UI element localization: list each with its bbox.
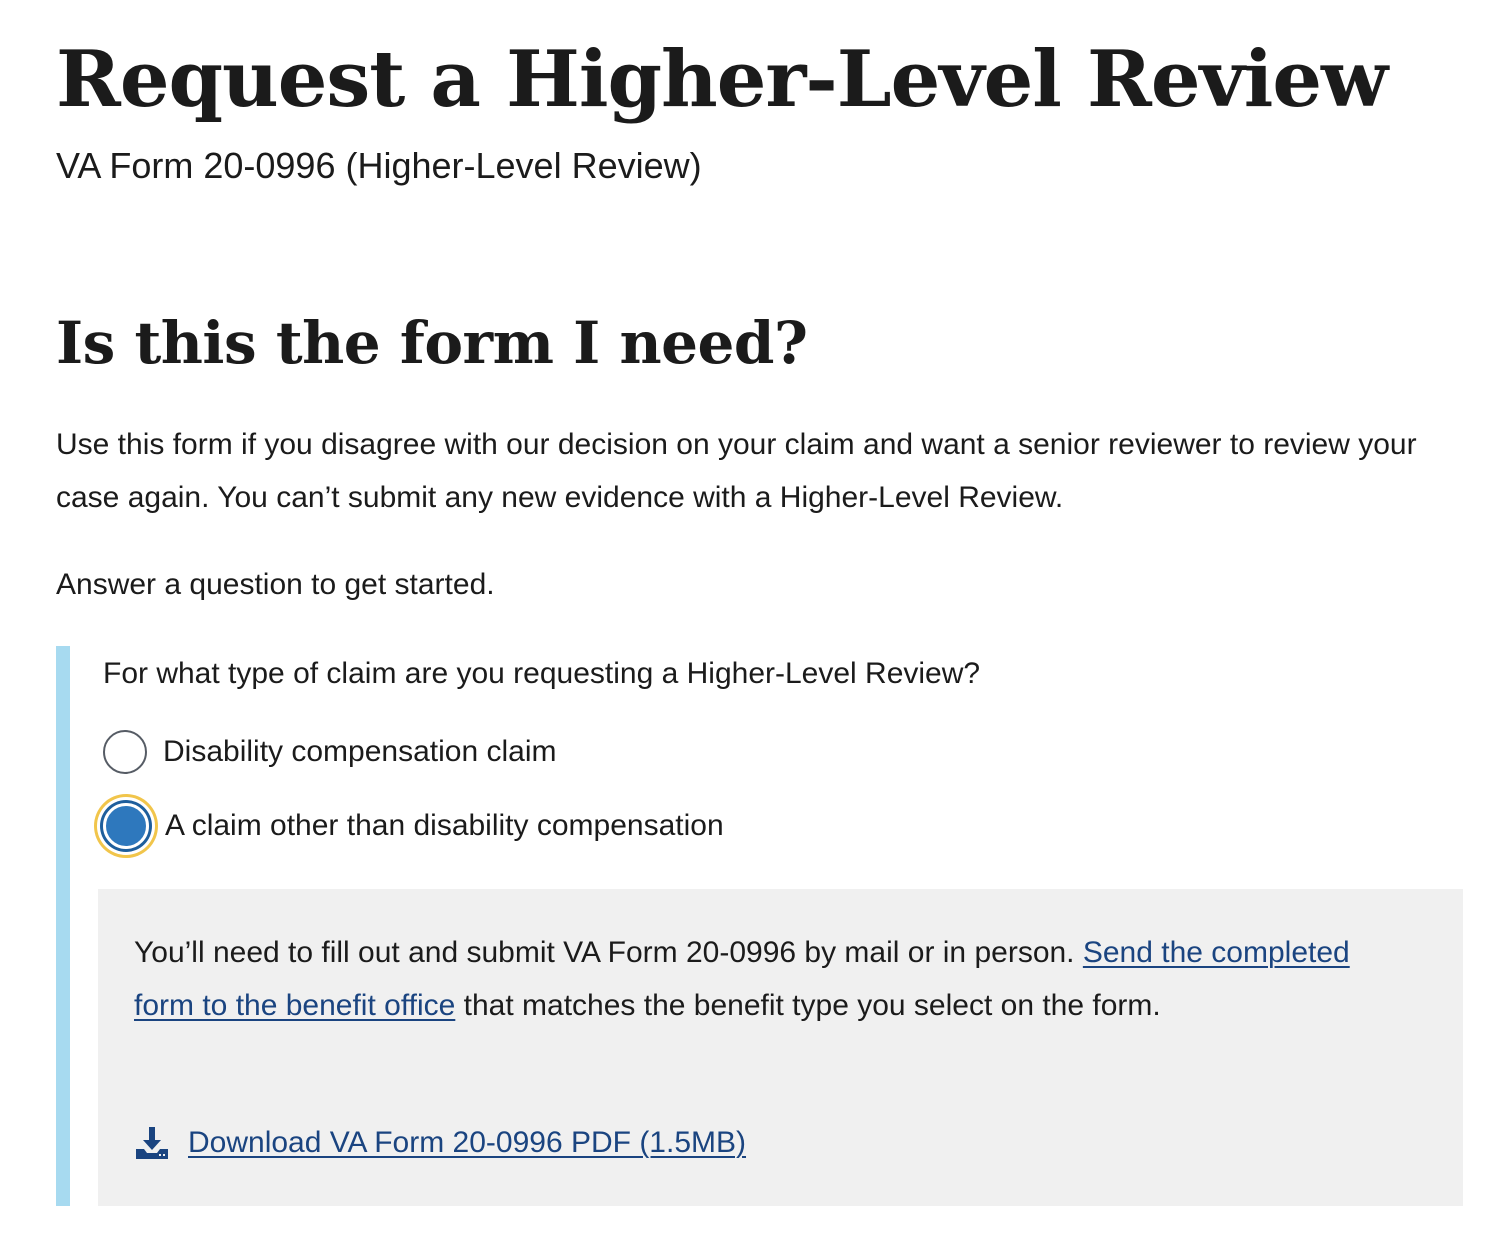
- claim-type-question: For what type of claim are you requestin…: [56, 646, 1466, 1206]
- info-text-after-link: that matches the benefit type you select…: [455, 989, 1161, 1022]
- info-text-before-link: You’ll need to fill out and submit VA Fo…: [134, 936, 1083, 969]
- section-heading: Is this the form I need?: [56, 309, 808, 377]
- radio-label-disability[interactable]: Disability compensation claim: [163, 730, 557, 774]
- download-row[interactable]: Download VA Form 20-0996 PDF (1.5MB): [134, 1115, 746, 1171]
- radio-button-unselected[interactable]: [103, 730, 147, 774]
- form-subtitle: VA Form 20-0996 (Higher-Level Review): [56, 145, 702, 186]
- intro-paragraph: Use this form if you disagree with our d…: [56, 428, 1417, 514]
- radio-option-other-claim[interactable]: A claim other than disability compensati…: [103, 798, 724, 854]
- radio-button-selected[interactable]: [103, 803, 149, 849]
- info-text: You’ll need to fill out and submit VA Fo…: [134, 926, 1394, 1032]
- radio-label-other-claim[interactable]: A claim other than disability compensati…: [165, 804, 724, 848]
- radio-option-disability[interactable]: Disability compensation claim: [103, 724, 557, 780]
- download-pdf-link[interactable]: Download VA Form 20-0996 PDF (1.5MB): [188, 1121, 746, 1165]
- question-legend: For what type of claim are you requestin…: [103, 657, 981, 690]
- info-panel: You’ll need to fill out and submit VA Fo…: [98, 889, 1463, 1206]
- download-icon[interactable]: [134, 1125, 170, 1161]
- page-title: Request a Higher-Level Review: [56, 34, 1388, 125]
- get-started-prompt: Answer a question to get started.: [56, 568, 495, 601]
- question-accent-bar: [56, 646, 70, 1206]
